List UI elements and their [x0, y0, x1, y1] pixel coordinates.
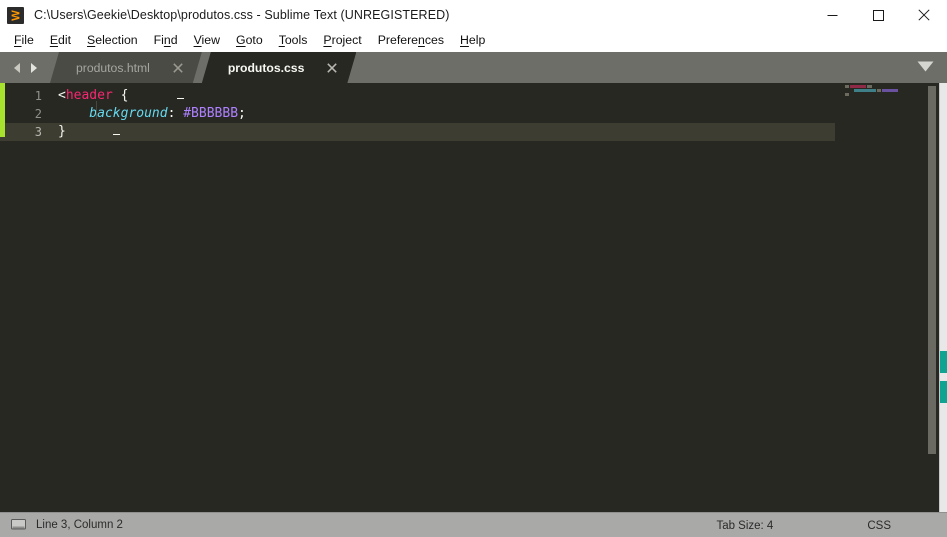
code-token: { [112, 88, 129, 103]
code-line-3: } [53, 123, 835, 141]
arrow-left-icon[interactable] [12, 62, 23, 74]
scrollbar-thumb[interactable] [928, 86, 936, 454]
menu-item-edit[interactable]: Edit [42, 32, 79, 48]
menu-item-tools[interactable]: Tools [271, 32, 316, 48]
chevron-down-icon[interactable] [917, 61, 934, 72]
minimap-segment [845, 85, 849, 88]
title-bar: C:\Users\Geekie\Desktop\produtos.css - S… [0, 0, 947, 30]
line-number: 2 [34, 107, 42, 121]
indent-guide [96, 101, 97, 119]
code-token: header [65, 88, 113, 103]
monitor-icon [11, 519, 26, 531]
tab-produtos-css[interactable]: produtos.css [202, 52, 357, 83]
tab-close-icon[interactable] [320, 52, 344, 83]
sublime-text-logo-icon [7, 6, 24, 24]
tab-label: produtos.css [227, 60, 305, 75]
minimap-segment [845, 89, 853, 92]
active-line-gutter-marker [0, 119, 5, 137]
code-content[interactable]: <header { background: #BBBBBB; } [53, 83, 835, 512]
sublime-text-window: C:\Users\Geekie\Desktop\produtos.css - S… [0, 0, 947, 537]
status-bar-right: Tab Size: 4 CSS [716, 513, 947, 537]
line-number: 1 [34, 89, 42, 103]
tab-bar: produtos.html produtos.css [0, 52, 947, 83]
code-line-2: background: #BBBBBB; [53, 105, 835, 123]
menu-item-selection[interactable]: Selection [79, 32, 146, 48]
tab-navigation [0, 52, 50, 83]
minimap[interactable] [835, 83, 925, 512]
tab-close-icon[interactable] [166, 52, 190, 83]
syntax-indicator[interactable]: CSS [867, 520, 891, 532]
line-number-gutter: 1 2 3 [0, 83, 53, 512]
tab-label: produtos.html [76, 60, 150, 75]
menu-item-view[interactable]: View [186, 32, 228, 48]
code-token: } [58, 124, 66, 139]
code-token: ; [238, 106, 246, 121]
minimap-row [845, 93, 925, 96]
gutter-accent-bar [0, 83, 5, 119]
minimize-button[interactable] [809, 0, 855, 30]
edge-marker-strip [939, 83, 947, 512]
minimap-segment [882, 89, 898, 92]
menu-item-help[interactable]: Help [452, 32, 493, 48]
line-number: 3 [0, 123, 53, 141]
code-token: < [58, 88, 66, 103]
menu-item-goto[interactable]: Goto [228, 32, 271, 48]
menu-bar: File Edit Selection Find View Goto Tools… [0, 30, 947, 52]
edge-marker [940, 351, 947, 373]
code-token: : [167, 106, 184, 121]
code-line-1: <header { [53, 87, 835, 105]
arrow-right-icon[interactable] [28, 62, 39, 74]
window-controls [809, 0, 947, 30]
maximize-button[interactable] [855, 0, 901, 30]
edge-marker [940, 381, 947, 403]
tab-produtos-html[interactable]: produtos.html [50, 52, 202, 83]
status-bar: Line 3, Column 2 Tab Size: 4 CSS [0, 512, 947, 537]
minimap-segment [867, 85, 872, 88]
minimap-segment [854, 89, 876, 92]
editor-area[interactable]: 1 2 3 <header { background: #BBBBBB; } [0, 83, 947, 512]
tab-size-indicator[interactable]: Tab Size: 4 [716, 520, 773, 532]
brace-match-marker [177, 98, 184, 99]
vertical-scrollbar[interactable] [925, 83, 939, 512]
menu-item-preferences[interactable]: Preferences [370, 32, 452, 48]
code-token: background [58, 106, 168, 121]
menu-item-project[interactable]: Project [315, 32, 369, 48]
cursor-position: Line 3, Column 2 [36, 519, 123, 531]
minimap-segment [877, 89, 881, 92]
minimap-segment [845, 93, 849, 96]
minimap-row [845, 89, 925, 92]
menu-item-find[interactable]: Find [146, 32, 186, 48]
window-title: C:\Users\Geekie\Desktop\produtos.css - S… [34, 8, 450, 22]
close-button[interactable] [901, 0, 947, 30]
brace-match-marker [113, 134, 120, 135]
minimap-segment [850, 85, 866, 88]
code-token: #BBBBBB [183, 106, 239, 121]
menu-item-file[interactable]: File [6, 32, 42, 48]
minimap-row [845, 85, 925, 88]
